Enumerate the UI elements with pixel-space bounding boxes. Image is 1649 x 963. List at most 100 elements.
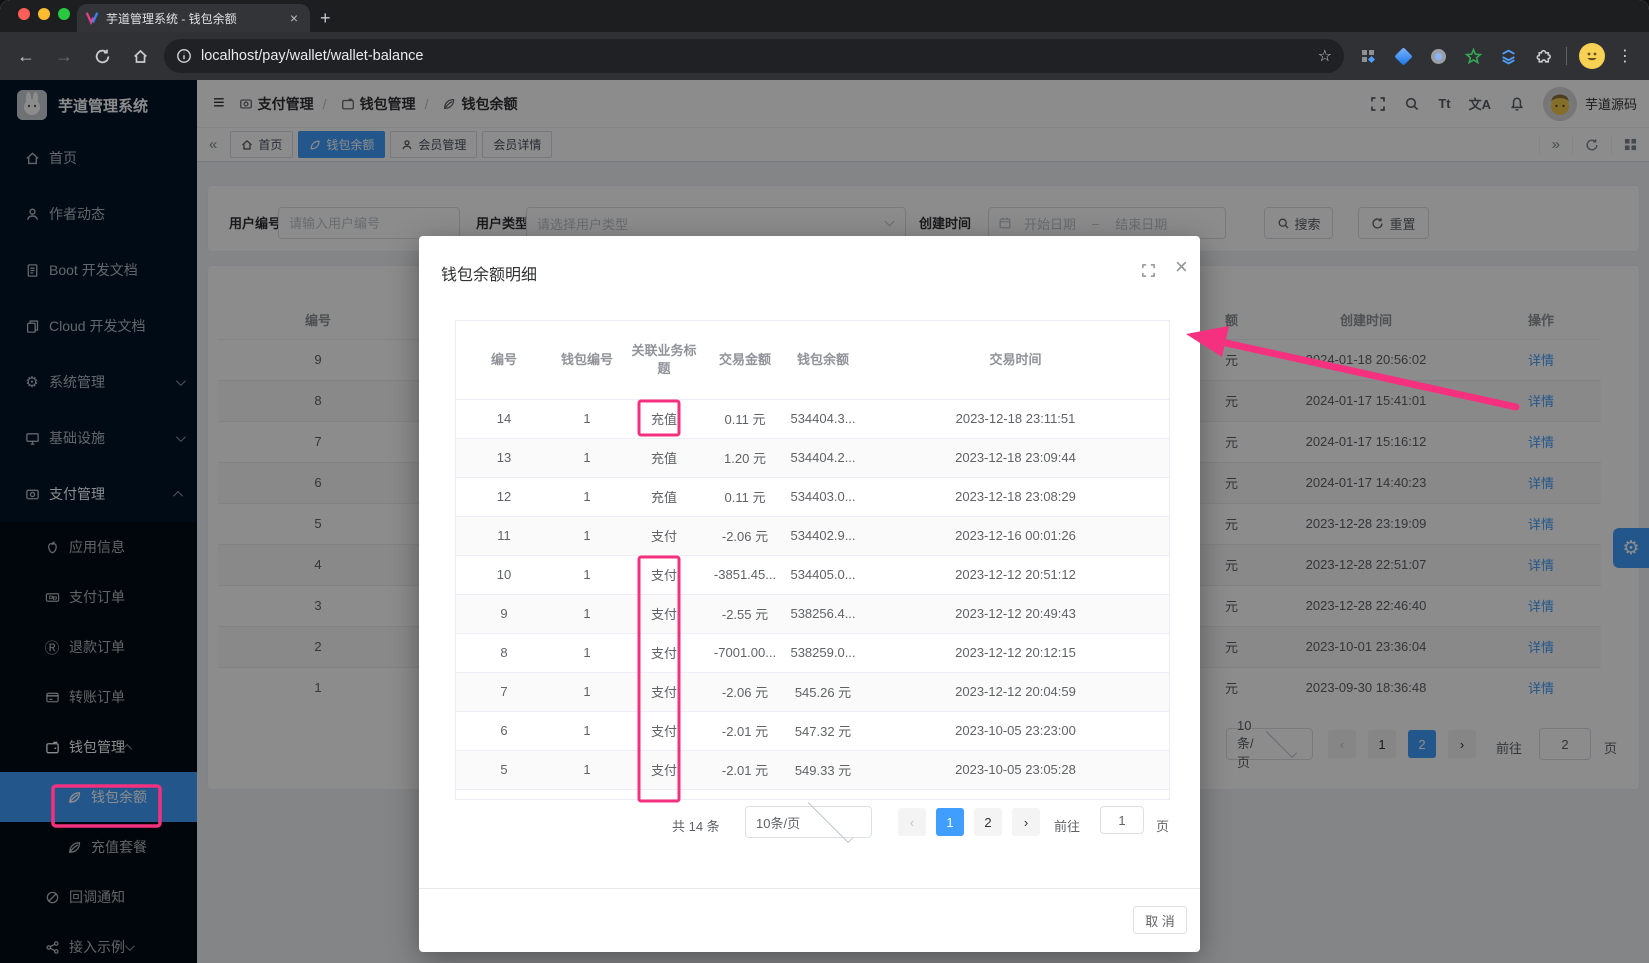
modal-table: 编号 钱包编号 关联业务标题 交易金额 钱包余额 交易时间 14 1 充	[456, 321, 1169, 790]
col-time: 交易时间	[862, 321, 1169, 399]
cell-amount: 0.11 元	[706, 477, 784, 516]
extension-star-icon[interactable]	[1462, 45, 1484, 67]
cell-id: 12	[456, 477, 552, 516]
cell-balance: 534402.9...	[784, 516, 862, 555]
toolbar-divider	[1566, 47, 1567, 65]
browser-chrome: 芋道管理系统 - 钱包余额 × + ← → localhost/pay/wall…	[0, 0, 1649, 80]
site-info-icon[interactable]	[176, 48, 192, 64]
table-row: 12 1 充值 0.11 元 534403.0... 2023-12-18 23…	[456, 477, 1169, 516]
col-balance: 钱包余额	[784, 321, 862, 399]
close-icon[interactable]: ×	[1175, 254, 1188, 280]
cell-id: 11	[456, 516, 552, 555]
extension-layers-icon[interactable]	[1497, 45, 1519, 67]
cell-biz-title: 支付	[622, 633, 706, 672]
modal-page-1-button[interactable]: 1	[936, 808, 964, 836]
url-text[interactable]: localhost/pay/wallet/wallet-balance	[201, 48, 1318, 64]
modal-page-2-button[interactable]: 2	[974, 808, 1002, 836]
cell-wallet-id: 1	[552, 672, 622, 711]
cell-balance: 534404.2...	[784, 438, 862, 477]
cell-time: 2023-12-16 00:01:26	[862, 516, 1169, 555]
new-tab-button[interactable]: +	[320, 5, 331, 31]
cell-biz-title: 支付	[622, 672, 706, 711]
extensions-puzzle-icon[interactable]	[1532, 45, 1554, 67]
cell-balance: 534404.3...	[784, 399, 862, 438]
cell-time: 2023-12-12 20:51:12	[862, 555, 1169, 594]
cell-id: 13	[456, 438, 552, 477]
cell-biz-title: 充值	[622, 477, 706, 516]
cell-wallet-id: 1	[552, 633, 622, 672]
cell-amount: 0.11 元	[706, 399, 784, 438]
cell-amount: -3851.45...	[706, 555, 784, 594]
modal-title: 钱包余额明细	[441, 261, 537, 285]
cell-balance: 547.32 元	[784, 711, 862, 750]
extension-circle-icon[interactable]	[1427, 45, 1449, 67]
col-amount: 交易金额	[706, 321, 784, 399]
browser-profile-avatar[interactable]	[1579, 43, 1605, 69]
cell-wallet-id: 1	[552, 477, 622, 516]
screen: 芋道管理系统 - 钱包余额 × + ← → localhost/pay/wall…	[0, 0, 1649, 963]
cell-amount: -2.01 元	[706, 750, 784, 789]
cell-id: 10	[456, 555, 552, 594]
cell-biz-title: 支付	[622, 750, 706, 789]
traffic-light-minimize[interactable]	[38, 8, 50, 20]
cell-time: 2023-12-12 20:04:59	[862, 672, 1169, 711]
reload-button[interactable]	[90, 44, 114, 68]
cell-wallet-id: 1	[552, 516, 622, 555]
traffic-light-close[interactable]	[18, 8, 30, 20]
cell-biz-title: 支付	[622, 516, 706, 555]
table-row: 7 1 支付 -2.06 元 545.26 元 2023-12-12 20:04…	[456, 672, 1169, 711]
cell-time: 2023-12-18 23:11:51	[862, 399, 1169, 438]
tab-title: 芋道管理系统 - 钱包余额	[106, 10, 286, 27]
back-button[interactable]: ←	[14, 44, 38, 68]
cell-id: 9	[456, 594, 552, 633]
cell-biz-title: 支付	[622, 711, 706, 750]
modal-goto-input[interactable]	[1100, 806, 1144, 834]
table-row: 14 1 充值 0.11 元 534404.3... 2023-12-18 23…	[456, 399, 1169, 438]
cell-biz-title: 充值	[622, 399, 706, 438]
cell-balance: 545.26 元	[784, 672, 862, 711]
table-row: 13 1 充值 1.20 元 534404.2... 2023-12-18 23…	[456, 438, 1169, 477]
bookmark-star-icon[interactable]: ☆	[1318, 46, 1332, 66]
col-biz-title: 关联业务标题	[622, 321, 706, 399]
browser-tab[interactable]: 芋道管理系统 - 钱包余额 ×	[77, 4, 310, 32]
table-row: 5 1 支付 -2.01 元 549.33 元 2023-10-05 23:05…	[456, 750, 1169, 789]
cell-time: 2023-12-18 23:08:29	[862, 477, 1169, 516]
cell-amount: -2.06 元	[706, 672, 784, 711]
cell-balance: 534405.0...	[784, 555, 862, 594]
modal-prev-page-button[interactable]: ‹	[898, 808, 926, 836]
tab-close-icon[interactable]: ×	[286, 10, 302, 26]
modal-table-header-row: 编号 钱包编号 关联业务标题 交易金额 钱包余额 交易时间	[456, 321, 1169, 399]
total-count: 共 14 条	[672, 816, 720, 835]
browser-menu-icon[interactable]: ⋮	[1617, 46, 1633, 66]
cell-time: 2023-12-12 20:49:43	[862, 594, 1169, 633]
url-bar[interactable]: localhost/pay/wallet/wallet-balance ☆	[164, 39, 1344, 73]
cell-biz-title: 充值	[622, 438, 706, 477]
modal-goto-unit: 页	[1156, 816, 1169, 835]
modal-table-container: 编号 钱包编号 关联业务标题 交易金额 钱包余额 交易时间 14 1 充	[455, 320, 1170, 800]
traffic-light-zoom[interactable]	[58, 8, 70, 20]
chevron-down-icon	[808, 798, 853, 843]
modal-next-page-button[interactable]: ›	[1012, 808, 1040, 836]
cell-id: 6	[456, 711, 552, 750]
cell-time: 2023-12-12 20:12:15	[862, 633, 1169, 672]
cancel-button[interactable]: 取 消	[1133, 906, 1187, 934]
cell-id: 14	[456, 399, 552, 438]
cell-time: 2023-12-18 23:09:44	[862, 438, 1169, 477]
cell-wallet-id: 1	[552, 711, 622, 750]
cell-wallet-id: 1	[552, 555, 622, 594]
cell-wallet-id: 1	[552, 750, 622, 789]
extension-gem-icon[interactable]	[1392, 45, 1414, 67]
modal-fullscreen-icon[interactable]	[1141, 263, 1156, 278]
modal-page-size-select[interactable]: 10条/页	[745, 806, 872, 838]
table-row: 10 1 支付 -3851.45... 534405.0... 2023-12-…	[456, 555, 1169, 594]
browser-toolbar: ← → localhost/pay/wallet/wallet-balance …	[0, 32, 1649, 80]
browser-tabstrip: 芋道管理系统 - 钱包余额 × +	[0, 0, 1649, 32]
favicon-icon	[85, 11, 99, 25]
cell-time: 2023-10-05 23:05:28	[862, 750, 1169, 789]
cell-id: 7	[456, 672, 552, 711]
forward-button[interactable]: →	[52, 44, 76, 68]
table-row: 8 1 支付 -7001.00... 538259.0... 2023-12-1…	[456, 633, 1169, 672]
table-row: 6 1 支付 -2.01 元 547.32 元 2023-10-05 23:23…	[456, 711, 1169, 750]
home-button[interactable]	[128, 44, 152, 68]
extension-grid-icon[interactable]	[1357, 45, 1379, 67]
